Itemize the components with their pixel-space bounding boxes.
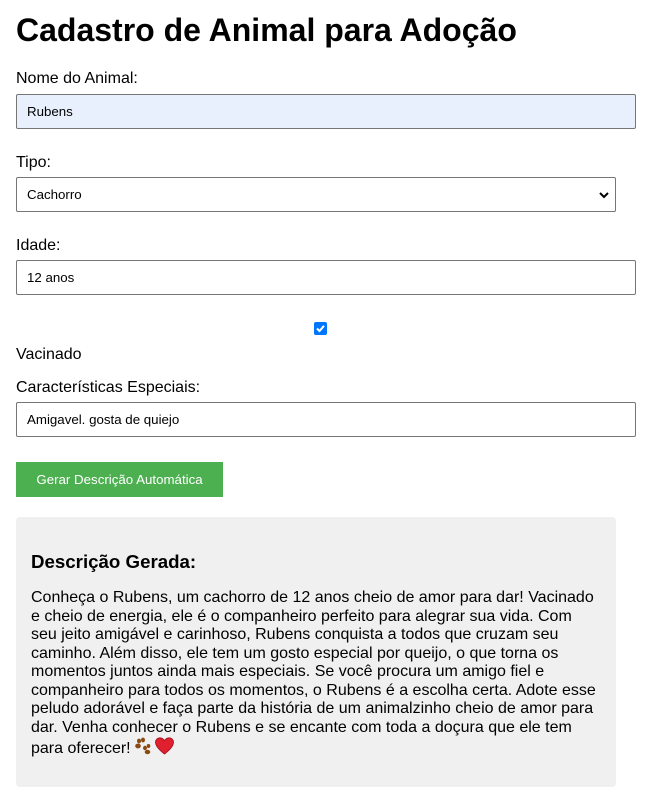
name-label: Nome do Animal: [16, 70, 138, 87]
paw-prints-icon [134, 737, 152, 761]
page-title: Cadastro de Animal para Adoção [16, 12, 517, 48]
vaccinated-label: Vacinado [16, 346, 82, 363]
generated-description-body: Conheça o Rubens, um cachorro de 12 anos… [31, 589, 596, 757]
generate-description-button[interactable]: Gerar Descrição Automática [16, 462, 223, 497]
generated-description-panel: Descrição Gerada: Conheça o Rubens, um c… [16, 517, 616, 787]
type-select[interactable]: Cachorro [16, 177, 616, 212]
age-label: Idade: [16, 237, 61, 254]
age-input-value: 12 anos [27, 270, 75, 285]
name-input-value: Rubens [27, 104, 73, 119]
features-input[interactable]: Amigavel. gosta de quiejo [16, 402, 636, 437]
type-label: Tipo: [16, 154, 51, 171]
features-label: Características Especiais: [16, 379, 201, 396]
age-input[interactable]: 12 anos [16, 260, 636, 295]
generated-description-heading: Descrição Gerada: [31, 551, 197, 572]
features-input-value: Amigavel. gosta de quiejo [27, 412, 180, 427]
red-heart-icon [154, 737, 174, 761]
check-icon [316, 325, 325, 333]
chevron-down-icon [597, 188, 611, 202]
vaccinated-checkbox[interactable] [314, 322, 327, 335]
type-select-value: Cachorro [27, 187, 82, 202]
name-input[interactable]: Rubens [16, 94, 636, 129]
generated-description-text: Conheça o Rubens, um cachorro de 12 anos… [31, 589, 599, 761]
